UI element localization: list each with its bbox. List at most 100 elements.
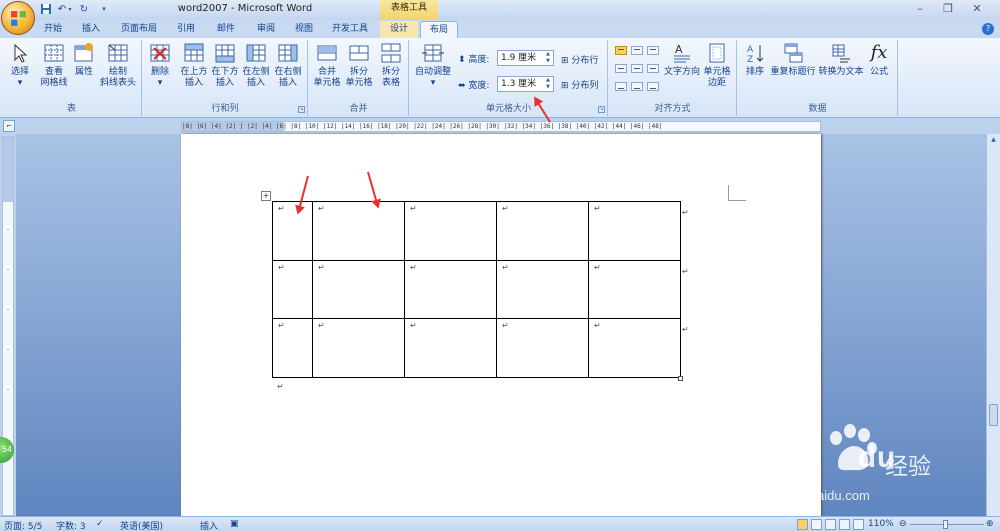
group-label-rows-columns: 行和列 (211, 104, 239, 114)
text-direction-button[interactable]: A 文字方向 (663, 42, 701, 78)
insert-mode[interactable]: 插入 (200, 519, 218, 531)
horizontal-ruler[interactable]: |8| |6| |4| |2| | |2| |4| |6| |8| |10| |… (181, 121, 821, 132)
formula-button[interactable]: fx 公式 (866, 42, 892, 78)
watermark-url: jingyan.baidu.com (765, 488, 870, 503)
merge-cells-button[interactable]: 合并 单元格 (311, 42, 343, 89)
table-resize-handle[interactable] (678, 376, 683, 381)
select-button[interactable]: 选择 ▾ (6, 42, 34, 89)
view-gridlines-button[interactable]: 查看 网格线 (38, 42, 70, 89)
delete-table-icon (150, 44, 170, 62)
table-cell[interactable]: ↵ (272, 260, 313, 319)
align-top-center-icon[interactable] (631, 46, 643, 55)
split-cells-button[interactable]: 拆分 单元格 (343, 42, 375, 89)
height-spinner-icon[interactable]: ▲ ▼ (544, 51, 552, 65)
table-cell[interactable]: ↵ (404, 318, 497, 378)
align-middle-right-icon[interactable] (647, 64, 659, 73)
table-cell[interactable]: ↵ (312, 260, 405, 319)
full-screen-reading-view-icon[interactable] (811, 519, 822, 530)
table-cell[interactable]: ↵ (496, 201, 589, 261)
tab-design[interactable]: 设计 (380, 21, 418, 38)
distribute-rows-button[interactable]: ⊞ 分布行 (561, 53, 598, 66)
convert-to-text-button[interactable]: 转换为文本 (818, 42, 864, 78)
vertical-scrollbar[interactable]: ▲ (986, 134, 1000, 516)
cell-margins-icon (709, 43, 725, 63)
table-cell[interactable]: ↵ (588, 260, 681, 319)
repeat-header-rows-button[interactable]: 重复标题行 (770, 42, 816, 78)
sort-button[interactable]: AZ 排序 (742, 42, 768, 78)
table-properties-button[interactable]: 属性 (70, 42, 98, 78)
restore-button[interactable]: ❐ (940, 2, 956, 16)
tab-home[interactable]: 开始 (37, 21, 69, 38)
align-bottom-right-icon[interactable] (647, 82, 659, 91)
macro-record-icon[interactable]: ▣ (230, 519, 239, 529)
align-middle-center-icon[interactable] (631, 64, 643, 73)
insert-left-button[interactable]: 在左侧 插入 (241, 42, 271, 89)
zoom-slider-thumb[interactable] (943, 520, 948, 529)
insert-right-button[interactable]: 在右侧 插入 (273, 42, 303, 89)
align-top-left-icon[interactable] (615, 46, 627, 55)
tab-insert[interactable]: 插入 (75, 21, 107, 38)
draft-view-icon[interactable] (853, 519, 864, 530)
help-icon[interactable]: ? (982, 23, 994, 35)
insert-below-button[interactable]: 在下方 插入 (210, 42, 240, 89)
close-button[interactable]: ✕ (969, 2, 985, 16)
row-end-mark: ↵ (682, 208, 689, 217)
draw-diagonal-header-button[interactable]: 绘制 斜线表头 (98, 42, 138, 89)
table-cell[interactable]: ↵ (272, 318, 313, 378)
spellcheck-icon[interactable]: ✓ (96, 519, 104, 529)
tab-review[interactable]: 审阅 (250, 21, 282, 38)
cell-margins-button[interactable]: 单元格 边距 (701, 42, 733, 89)
tab-layout[interactable]: 布局 (420, 21, 458, 38)
insert-above-button[interactable]: 在上方 插入 (179, 42, 209, 89)
table-move-handle-icon[interactable]: + (261, 191, 271, 201)
table-cell[interactable]: ↵ (496, 260, 589, 319)
row-height-input[interactable]: 1.9 厘米 ▲ ▼ (497, 50, 554, 66)
page-count[interactable]: 页面: 5/5 (4, 519, 42, 531)
tab-developer[interactable]: 开发工具 (327, 21, 373, 38)
minimize-button[interactable]: – (912, 2, 928, 16)
cell-size-launcher-icon[interactable]: ↘ (598, 106, 605, 113)
delete-button[interactable]: 删除 ▾ (146, 42, 174, 89)
width-spinner-icon[interactable]: ▲ ▼ (544, 77, 552, 91)
table-cell[interactable]: ↵ (312, 201, 405, 261)
ruler-tab-selector-icon[interactable]: ⌐ (3, 120, 15, 132)
word-count[interactable]: 字数: 3 (56, 519, 86, 531)
table-row: ↵ ↵ ↵ ↵ ↵ (272, 260, 681, 319)
web-layout-view-icon[interactable] (825, 519, 836, 530)
tab-page-layout[interactable]: 页面布局 (115, 21, 163, 38)
print-layout-view-icon[interactable] (797, 519, 808, 530)
zoom-in-icon[interactable]: ⊕ (986, 519, 994, 529)
office-button[interactable] (1, 1, 35, 35)
autofit-button[interactable]: 自动调整 ▾ (412, 42, 454, 89)
zoom-level[interactable]: 110% (868, 519, 894, 529)
vertical-ruler-margin-shade (3, 137, 13, 202)
distribute-rows-icon: ⊞ (561, 56, 569, 66)
table-cell[interactable]: ↵ (404, 260, 497, 319)
scrollbar-thumb[interactable] (989, 404, 998, 426)
table-cell[interactable]: ↵ (496, 318, 589, 378)
rows-columns-launcher-icon[interactable]: ↘ (298, 106, 305, 113)
table-cell[interactable]: ↵ (312, 318, 405, 378)
align-bottom-left-icon[interactable] (615, 82, 627, 91)
align-bottom-center-icon[interactable] (631, 82, 643, 91)
zoom-out-icon[interactable]: ⊖ (899, 519, 907, 529)
svg-text:A: A (675, 43, 683, 56)
row-end-mark: ↵ (682, 267, 689, 276)
distribute-columns-button[interactable]: ⊞ 分布列 (561, 78, 598, 91)
align-middle-left-icon[interactable] (615, 64, 627, 73)
tab-view[interactable]: 视图 (288, 21, 320, 38)
language-indicator[interactable]: 英语(美国) (120, 519, 163, 531)
align-top-right-icon[interactable] (647, 46, 659, 55)
tab-mailings[interactable]: 邮件 (210, 21, 242, 38)
tab-references[interactable]: 引用 (170, 21, 202, 38)
column-width-input[interactable]: 1.3 厘米 ▲ ▼ (497, 76, 554, 92)
scroll-up-icon[interactable]: ▲ (988, 134, 999, 145)
table-cell[interactable]: ↵ (404, 201, 497, 261)
table-cell[interactable]: ↵ (588, 201, 681, 261)
table-cell[interactable]: ↵ (588, 318, 681, 378)
context-tab-title: 表格工具 (380, 0, 438, 20)
outline-view-icon[interactable] (839, 519, 850, 530)
split-table-button[interactable]: 拆分 表格 (375, 42, 407, 89)
properties-icon (74, 43, 93, 62)
document-table[interactable]: ↵ ↵ ↵ ↵ ↵ ↵ ↵ ↵ ↵ ↵ ↵ ↵ ↵ ↵ ↵ (272, 201, 681, 378)
